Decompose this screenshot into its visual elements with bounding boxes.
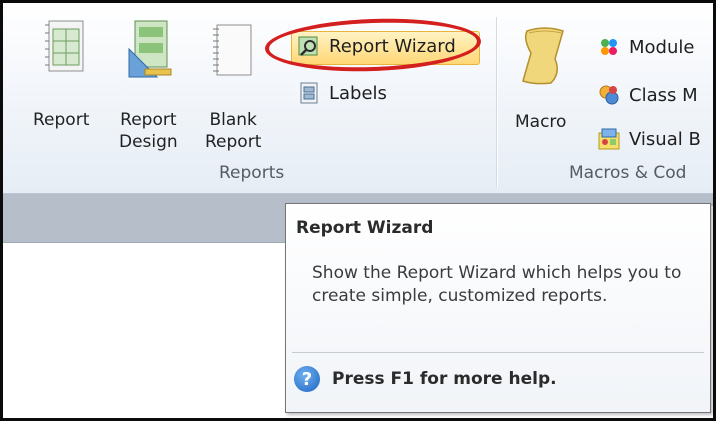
report-design-button-label[interactable]: Report Design xyxy=(119,109,178,153)
module-button[interactable]: Module xyxy=(597,35,694,59)
visual-basic-label: Visual B xyxy=(629,128,701,150)
reports-group-label: Reports xyxy=(219,163,285,183)
tooltip-help-row: ? Press F1 for more help. xyxy=(294,366,557,392)
navigation-pane-header xyxy=(3,194,285,243)
tooltip-description: Show the Report Wizard which helps you t… xyxy=(312,263,682,306)
report-button-label[interactable]: Report xyxy=(33,109,89,131)
module-label: Module xyxy=(629,36,695,58)
blank-report-icon[interactable] xyxy=(211,23,253,81)
help-icon: ? xyxy=(294,366,320,392)
class-module-button[interactable]: Class M xyxy=(597,83,698,107)
module-icon xyxy=(601,39,617,55)
labels-icon xyxy=(300,82,318,104)
group-separator xyxy=(496,17,497,187)
macro-icon[interactable] xyxy=(517,25,573,91)
class-module-icon xyxy=(599,85,619,105)
visual-basic-icon xyxy=(598,128,620,150)
blank-report-button-label[interactable]: Blank Report xyxy=(205,109,261,153)
report-design-icon[interactable] xyxy=(125,19,175,83)
macro-button-label[interactable]: Macro xyxy=(515,111,566,133)
ribbon: Report Report Design Blank Report Report… xyxy=(3,3,713,194)
screenshot-frame: Report Report Design Blank Report Report… xyxy=(0,0,716,421)
labels-button[interactable]: Labels xyxy=(297,81,387,105)
macros-group: Macro Module Class M Visual B Macros & C… xyxy=(501,11,713,189)
report-wizard-tooltip: Report Wizard Show the Report Wizard whi… xyxy=(285,203,711,413)
macros-group-label: Macros & Cod xyxy=(569,163,687,183)
tooltip-divider xyxy=(292,352,704,353)
visual-basic-button[interactable]: Visual B xyxy=(597,127,701,151)
tooltip-help-text: Press F1 for more help. xyxy=(332,369,557,389)
tooltip-title: Report Wizard xyxy=(296,218,434,238)
class-module-label: Class M xyxy=(629,84,698,106)
labels-label: Labels xyxy=(329,82,387,104)
report-icon[interactable] xyxy=(45,19,89,79)
